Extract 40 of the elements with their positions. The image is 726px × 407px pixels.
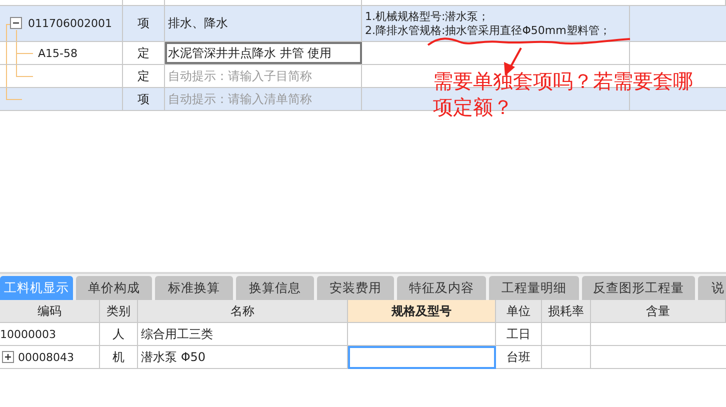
table-cell: 台班	[506, 348, 530, 366]
expand-icon[interactable]	[2, 351, 14, 363]
item-name[interactable]: 排水、降水	[165, 6, 362, 41]
tab[interactable]: 反查图形工程量	[582, 276, 695, 300]
auto-hint: 自动提示：请输入子目简称	[168, 68, 312, 84]
column-header[interactable]: 类别	[100, 300, 138, 323]
tab[interactable]: 标准换算	[155, 276, 233, 300]
tab[interactable]: 安装费用	[317, 276, 394, 300]
item-code: A15-58	[38, 46, 78, 60]
table-cell: 00008043	[18, 350, 74, 364]
tab[interactable]: 单价构成	[76, 276, 152, 300]
table-cell: 机	[112, 348, 124, 366]
table-cell: 10000003	[0, 328, 56, 340]
collapse-icon[interactable]	[10, 17, 22, 29]
column-header[interactable]: 单位	[496, 300, 542, 323]
feature-line: 1.机械规格型号:潜水泵；	[365, 10, 490, 24]
table-cell: 综合用工三类	[141, 326, 213, 342]
item-type: 项	[138, 15, 150, 32]
column-header[interactable]: 损耗率	[542, 300, 591, 323]
column-header[interactable]: 编码	[0, 300, 100, 323]
item-type: 定	[138, 44, 150, 62]
tab[interactable]: 工程量明细	[489, 276, 579, 300]
table-cell: 潜水泵 Φ50	[141, 348, 206, 366]
feature-line: 2.降排水管规格:抽水管采用直径Φ50mm塑料管；	[365, 24, 610, 38]
table-cell[interactable]	[348, 323, 496, 346]
tab[interactable]: 说	[698, 276, 726, 300]
item-type: 项	[138, 90, 150, 108]
column-header[interactable]: 含量	[591, 300, 726, 323]
column-header[interactable]: 规格及型号	[348, 300, 496, 323]
table-cell: 工日	[506, 326, 530, 342]
table-cell[interactable]	[348, 346, 496, 369]
item-code: 011706002001	[28, 17, 112, 30]
item-type: 定	[138, 68, 150, 84]
item-name[interactable]: 水泥管深井井点降水 井管 使用	[165, 42, 362, 64]
tab[interactable]: 特征及内容	[397, 276, 486, 300]
table-cell: 人	[112, 326, 124, 342]
annotation-note: 需要单独套项吗？若需要套哪项定额？	[433, 68, 694, 120]
auto-hint: 自动提示：请输入清单简称	[168, 90, 312, 108]
tab[interactable]: 换算信息	[236, 276, 314, 300]
column-header[interactable]: 名称	[138, 300, 348, 323]
